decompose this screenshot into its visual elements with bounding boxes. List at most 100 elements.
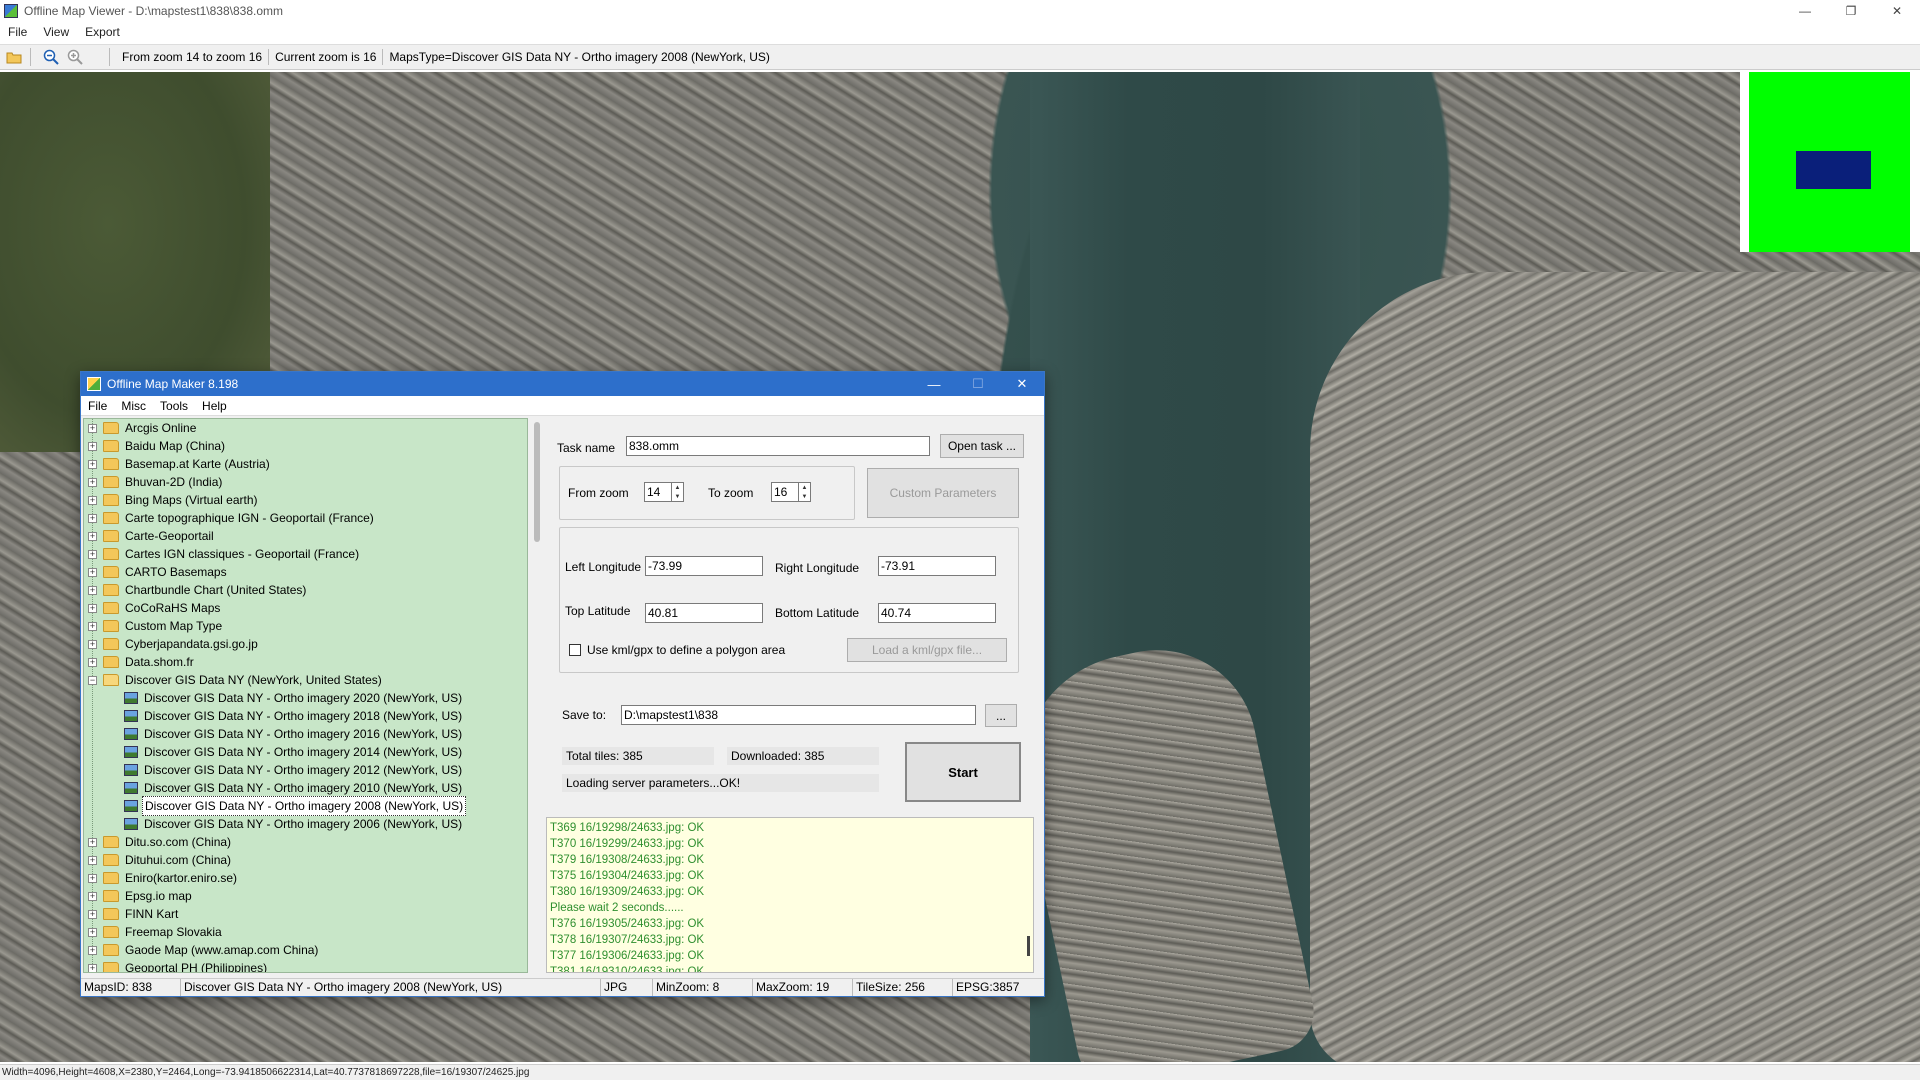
- folder-icon: [103, 944, 119, 956]
- expand-icon[interactable]: +: [88, 567, 97, 577]
- spin-up-icon[interactable]: ▲: [802, 485, 808, 491]
- tree-map-item[interactable]: Discover GIS Data NY - Ortho imagery 201…: [84, 707, 527, 725]
- expand-icon[interactable]: +: [88, 909, 97, 919]
- expand-icon[interactable]: +: [88, 945, 97, 955]
- tree-folder-item[interactable]: + Cyberjapandata.gsi.go.jp: [84, 635, 527, 653]
- tree-folder-item[interactable]: + FINN Kart: [84, 905, 527, 923]
- from-zoom-field[interactable]: 14: [644, 482, 672, 502]
- tree-folder-item[interactable]: + CARTO Basemaps: [84, 563, 527, 581]
- tree-folder-item[interactable]: + Ditu.so.com (China): [84, 833, 527, 851]
- tree-folder-item[interactable]: + Basemap.at Karte (Austria): [84, 455, 527, 473]
- expand-icon[interactable]: +: [88, 657, 97, 667]
- tree-map-item[interactable]: Discover GIS Data NY - Ortho imagery 202…: [84, 689, 527, 707]
- spin-down-icon[interactable]: ▼: [802, 494, 808, 500]
- top-latitude-field[interactable]: 40.81: [645, 603, 763, 623]
- close-button[interactable]: ✕: [1874, 0, 1920, 22]
- browse-button[interactable]: ...: [985, 704, 1017, 727]
- save-to-field[interactable]: D:\mapstest1\838: [621, 705, 976, 725]
- tree-map-item[interactable]: Discover GIS Data NY - Ortho imagery 201…: [84, 743, 527, 761]
- expand-icon[interactable]: +: [88, 621, 97, 631]
- open-folder-icon[interactable]: [4, 47, 24, 67]
- tree-item-label: Discover GIS Data NY - Ortho imagery 201…: [144, 781, 463, 795]
- dialog-minimize-button[interactable]: —: [912, 372, 956, 396]
- expand-icon[interactable]: +: [88, 585, 97, 595]
- restore-button[interactable]: ❐: [1828, 0, 1874, 22]
- tree-folder-item[interactable]: + Cartes IGN classiques - Geoportail (Fra…: [84, 545, 527, 563]
- dialog-menu-tools[interactable]: Tools: [153, 399, 195, 413]
- to-zoom-spinner[interactable]: ▲ ▼: [799, 482, 811, 502]
- tree-folder-item[interactable]: − Discover GIS Data NY (NewYork, United S…: [84, 671, 527, 689]
- tree-folder-item[interactable]: + Data.shom.fr: [84, 653, 527, 671]
- expand-icon[interactable]: +: [88, 441, 97, 451]
- menu-view[interactable]: View: [35, 25, 77, 39]
- left-longitude-field[interactable]: -73.99: [645, 556, 763, 576]
- expand-icon[interactable]: +: [88, 927, 97, 937]
- tree-folder-item[interactable]: + Carte topographique IGN - Geoportail (F…: [84, 509, 527, 527]
- expand-icon[interactable]: +: [88, 423, 97, 433]
- expand-icon[interactable]: +: [88, 549, 97, 559]
- tree-folder-item[interactable]: + Chartbundle Chart (United States): [84, 581, 527, 599]
- expand-icon[interactable]: +: [88, 477, 97, 487]
- tree-folder-item[interactable]: + Baidu Map (China): [84, 437, 527, 455]
- tree-folder-item[interactable]: + Bing Maps (Virtual earth): [84, 491, 527, 509]
- kml-checkbox[interactable]: [569, 644, 581, 656]
- tree-folder-item[interactable]: + Bhuvan-2D (India): [84, 473, 527, 491]
- tree-folder-item[interactable]: + Eniro(kartor.eniro.se): [84, 869, 527, 887]
- dialog-menu-file[interactable]: File: [81, 399, 114, 413]
- download-log[interactable]: T369 16/19298/24633.jpg: OK T370 16/19299…: [546, 817, 1034, 973]
- tree-map-item[interactable]: Discover GIS Data NY - Ortho imagery 201…: [84, 779, 527, 797]
- right-longitude-label: Right Longitude: [775, 561, 860, 575]
- spin-up-icon[interactable]: ▲: [675, 485, 681, 491]
- menu-file[interactable]: File: [0, 25, 35, 39]
- tree-map-item[interactable]: Discover GIS Data NY - Ortho imagery 201…: [84, 761, 527, 779]
- tree-folder-item[interactable]: + Custom Map Type: [84, 617, 527, 635]
- expand-icon[interactable]: +: [88, 513, 97, 523]
- to-zoom-field[interactable]: 16: [771, 482, 799, 502]
- menu-export[interactable]: Export: [77, 25, 128, 39]
- tree-folder-item[interactable]: + CoCoRaHS Maps: [84, 599, 527, 617]
- expand-icon[interactable]: +: [88, 531, 97, 541]
- bottom-latitude-field[interactable]: 40.74: [878, 603, 996, 623]
- expand-icon[interactable]: +: [88, 873, 97, 883]
- tree-map-item[interactable]: Discover GIS Data NY - Ortho imagery 201…: [84, 725, 527, 743]
- minimap[interactable]: [1740, 72, 1920, 252]
- open-task-button[interactable]: Open task ...: [940, 434, 1024, 458]
- from-zoom-spinner[interactable]: ▲ ▼: [672, 482, 684, 502]
- dialog-titlebar[interactable]: Offline Map Maker 8.198 — ☐ ✕: [81, 372, 1044, 396]
- expand-icon[interactable]: +: [88, 459, 97, 469]
- expand-icon[interactable]: +: [88, 639, 97, 649]
- expand-icon[interactable]: +: [88, 963, 97, 972]
- dialog-menu-help[interactable]: Help: [195, 399, 234, 413]
- minimize-button[interactable]: —: [1782, 0, 1828, 22]
- tree-folder-item[interactable]: + Freemap Slovakia: [84, 923, 527, 941]
- expand-icon[interactable]: +: [88, 891, 97, 901]
- tree-scrollbar[interactable]: [534, 422, 540, 542]
- tree-folder-item[interactable]: + Geoportal PH (Philippines): [84, 959, 527, 972]
- tree-folder-item[interactable]: + Dituhui.com (China): [84, 851, 527, 869]
- dialog-close-button[interactable]: ✕: [1000, 372, 1044, 396]
- map-image-icon: [124, 746, 138, 758]
- log-line: T379 16/19308/24633.jpg: OK: [550, 854, 705, 866]
- expand-icon[interactable]: +: [88, 495, 97, 505]
- expand-icon[interactable]: +: [88, 603, 97, 613]
- task-name-field[interactable]: 838.omm: [626, 436, 930, 456]
- spin-down-icon[interactable]: ▼: [675, 494, 681, 500]
- tree-folder-item[interactable]: + Epsg.io map: [84, 887, 527, 905]
- expand-icon[interactable]: +: [88, 837, 97, 847]
- collapse-icon[interactable]: −: [88, 675, 97, 685]
- tree-folder-item[interactable]: + Arcgis Online: [84, 419, 527, 437]
- tree-folder-item[interactable]: + Gaode Map (www.amap.com China): [84, 941, 527, 959]
- start-button[interactable]: Start: [905, 742, 1021, 802]
- dialog-menu-misc[interactable]: Misc: [114, 399, 153, 413]
- map-type-tree[interactable]: + Arcgis Online + Baidu Map (China) + Basemap…: [83, 418, 528, 973]
- log-scrollbar[interactable]: [1027, 936, 1030, 956]
- minimap-viewport[interactable]: [1796, 151, 1871, 189]
- right-longitude-field[interactable]: -73.91: [878, 556, 996, 576]
- tree-folder-item[interactable]: + Carte-Geoportail: [84, 527, 527, 545]
- tree-map-item[interactable]: Discover GIS Data NY - Ortho imagery 200…: [84, 796, 527, 816]
- zoom-in-icon[interactable]: [65, 47, 85, 67]
- zoom-out-icon[interactable]: [41, 47, 61, 67]
- tree-map-item[interactable]: Discover GIS Data NY - Ortho imagery 200…: [84, 815, 527, 833]
- tree-item-label: Discover GIS Data NY - Ortho imagery 201…: [144, 709, 463, 723]
- expand-icon[interactable]: +: [88, 855, 97, 865]
